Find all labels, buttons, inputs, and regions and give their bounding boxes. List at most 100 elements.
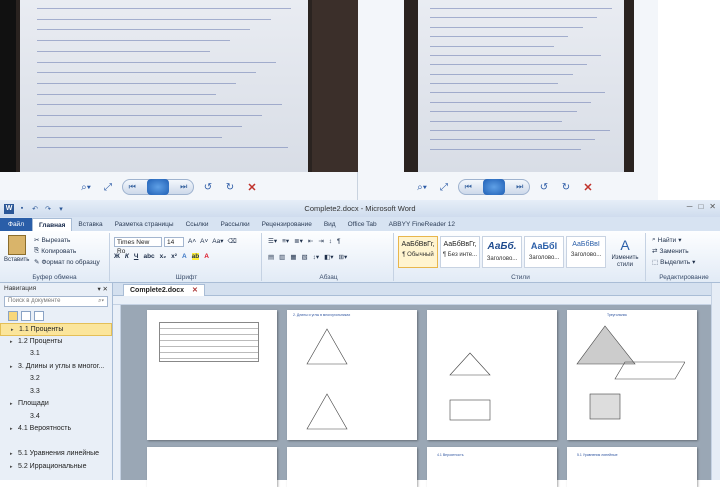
previous-icon[interactable]: ⏮ [129, 182, 136, 192]
change-case-icon[interactable]: Aa▾ [212, 237, 223, 245]
expand-arrow-icon[interactable]: ▸ [10, 423, 13, 435]
expand-arrow-icon[interactable]: ▸ [10, 448, 13, 460]
nav-heading-item[interactable]: ▸ 5.1 Уравнения линейные [0, 448, 112, 461]
paste-button[interactable]: Вставить [4, 235, 29, 263]
page-thumbnail[interactable]: 4.1 Вероятность [427, 447, 557, 487]
nav-heading-item[interactable]: ▸ 5.2 Иррациональные [0, 461, 112, 474]
headings-view-icon[interactable] [8, 311, 18, 321]
text-effects-icon[interactable]: A [182, 253, 187, 260]
page-thumbnail[interactable]: 2. Длины и углы в многоугольниках [287, 310, 417, 440]
slideshow-icon[interactable] [482, 179, 505, 195]
copy-button[interactable]: ⎘ Копировать [34, 247, 76, 255]
slideshow-control[interactable]: ⏮ ⏭ [458, 179, 530, 195]
tab-home[interactable]: Главная [31, 218, 73, 231]
rotate-left-icon[interactable]: ↺ [200, 180, 216, 194]
rotate-left-icon[interactable]: ↺ [536, 180, 552, 194]
replace-button[interactable]: ⇄ Заменить [652, 247, 689, 256]
document-tab[interactable]: Complete2.docx ✕ [123, 284, 205, 296]
rotate-right-icon[interactable]: ↻ [558, 180, 574, 194]
rotate-right-icon[interactable]: ↻ [222, 180, 238, 194]
style-normal[interactable]: АаБбВвГг, ¶ Обычный [398, 236, 438, 268]
pages-view-icon[interactable] [21, 311, 31, 321]
tab-office-tab[interactable]: Office Tab [342, 218, 383, 231]
bold-icon[interactable]: Ж [114, 253, 120, 260]
tab-review[interactable]: Рецензирование [256, 218, 318, 231]
bullets-icon[interactable]: ☰▾ [268, 237, 277, 245]
page-thumbnail[interactable]: Треугольник [567, 310, 697, 440]
previous-icon[interactable]: ⏮ [465, 182, 472, 192]
shading-icon[interactable]: ◧▾ [324, 253, 333, 261]
close-pane-icon[interactable]: ▾ ✕ [97, 285, 108, 293]
expand-arrow-icon[interactable]: ▸ [10, 361, 13, 373]
next-icon[interactable]: ⏭ [516, 182, 523, 192]
close-tab-icon[interactable]: ✕ [192, 287, 198, 294]
nav-heading-item[interactable]: 3.1 [0, 348, 112, 361]
change-styles-button[interactable]: A Изменить стили [608, 237, 642, 269]
select-button[interactable]: ⬚ Выделить ▾ [652, 258, 695, 267]
zoom-icon[interactable]: ⌕▾ [414, 180, 430, 194]
nav-heading-item[interactable]: ▸ 4.1 Вероятность [0, 423, 112, 436]
line-spacing-icon[interactable]: ↕▾ [313, 253, 320, 261]
justify-icon[interactable]: ▧ [301, 253, 307, 261]
page-thumbnail[interactable]: 5.1 Уравнения линейные [567, 447, 697, 487]
tab-mailings[interactable]: Рассылки [214, 218, 255, 231]
grow-font-icon[interactable]: A˄ [188, 238, 196, 245]
delete-icon[interactable]: ✕ [580, 180, 596, 194]
next-icon[interactable]: ⏭ [180, 182, 187, 192]
nav-heading-item[interactable]: 3.4 [0, 411, 112, 424]
tab-abbyy[interactable]: ABBYY FineReader 12 [383, 218, 461, 231]
close-icon[interactable]: ✕ [709, 202, 716, 211]
nav-heading-item[interactable]: 3.3 [0, 386, 112, 399]
nav-heading-item[interactable] [0, 436, 112, 449]
strikethrough-icon[interactable]: abc [143, 253, 154, 260]
nav-heading-item[interactable]: ▸ Площади [0, 398, 112, 411]
align-center-icon[interactable]: ▥ [279, 253, 285, 261]
tab-view[interactable]: Вид [318, 218, 342, 231]
tab-insert[interactable]: Вставка [72, 218, 108, 231]
tab-file[interactable]: Файл [0, 218, 32, 231]
search-icon[interactable]: ⌕▾ [98, 298, 104, 305]
nav-heading-item[interactable]: ▸ 1.1 Проценты [0, 323, 112, 336]
expand-arrow-icon[interactable]: ▸ [10, 336, 13, 348]
clear-formatting-icon[interactable]: ⌫ [228, 237, 237, 245]
italic-icon[interactable]: К [125, 253, 129, 260]
highlight-icon[interactable]: ab [191, 253, 200, 260]
numbering-icon[interactable]: ≡▾ [282, 237, 289, 245]
tab-references[interactable]: Ссылки [180, 218, 215, 231]
maximize-icon[interactable]: □ [698, 202, 703, 211]
page-thumbnail[interactable] [287, 447, 417, 487]
style-heading-3[interactable]: АаБбВвІ Заголово... [566, 236, 606, 268]
expand-arrow-icon[interactable]: ▸ [10, 398, 13, 410]
results-view-icon[interactable] [34, 311, 44, 321]
nav-heading-item[interactable]: ▸ 1.2 Проценты [0, 336, 112, 349]
borders-icon[interactable]: ⊞▾ [339, 253, 348, 261]
tab-page-layout[interactable]: Разметка страницы [109, 218, 180, 231]
page-thumbnail[interactable] [147, 447, 277, 487]
superscript-icon[interactable]: x² [171, 253, 177, 260]
find-button[interactable]: ⌕ Найти ▾ [652, 236, 681, 244]
actual-size-icon[interactable]: ⤢ [436, 180, 452, 194]
shrink-font-icon[interactable]: A˅ [200, 238, 208, 245]
font-size-combo[interactable]: 14 [164, 237, 184, 247]
font-color-icon[interactable]: A [204, 253, 209, 260]
decrease-indent-icon[interactable]: ⇤ [308, 237, 313, 245]
style-no-spacing[interactable]: АаБбВвГг, ¶ Без инте... [440, 236, 480, 268]
align-right-icon[interactable]: ▦ [290, 253, 296, 261]
multilevel-list-icon[interactable]: ≣▾ [294, 237, 303, 245]
nav-heading-item[interactable]: 3.2 [0, 373, 112, 386]
style-heading-1[interactable]: АаБб. Заголово... [482, 236, 522, 268]
actual-size-icon[interactable]: ⤢ [100, 180, 116, 194]
vertical-scrollbar[interactable] [711, 283, 720, 480]
align-left-icon[interactable]: ▤ [268, 253, 274, 261]
navigation-search-input[interactable]: Поиск в документе ⌕▾ [4, 296, 108, 307]
font-name-combo[interactable]: Times New Ro [114, 237, 162, 255]
underline-icon[interactable]: Ч [134, 253, 139, 260]
slideshow-icon[interactable] [146, 179, 169, 195]
format-painter-button[interactable]: ✎ Формат по образцу [34, 258, 100, 267]
delete-icon[interactable]: ✕ [244, 180, 260, 194]
pilcrow-icon[interactable]: ¶ [337, 238, 341, 245]
page-thumbnail[interactable] [147, 310, 277, 440]
sort-icon[interactable]: ↕ [329, 238, 332, 245]
slideshow-control[interactable]: ⏮ ⏭ [122, 179, 194, 195]
style-heading-2[interactable]: АаБбІ Заголово... [524, 236, 564, 268]
